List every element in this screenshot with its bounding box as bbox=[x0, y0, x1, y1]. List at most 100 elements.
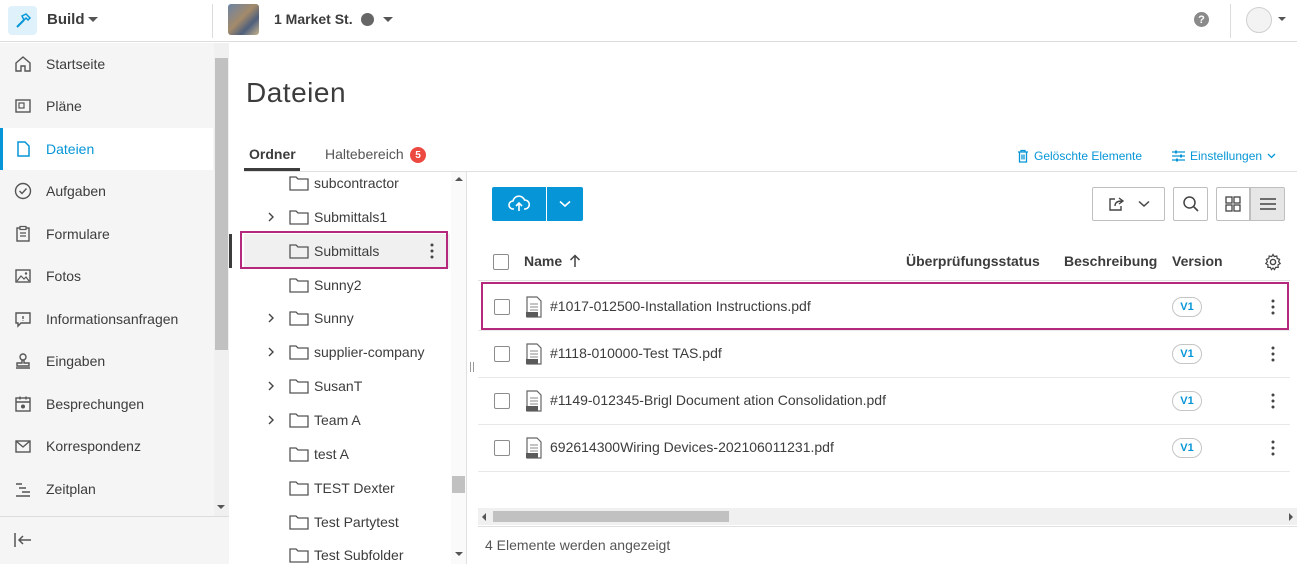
sidebar-item-startseite[interactable]: Startseite bbox=[0, 43, 213, 85]
sidebar-item-label: Eingaben bbox=[46, 353, 106, 369]
sidebar-item-formulare[interactable]: Formulare bbox=[0, 213, 213, 255]
scroll-down-arrow-icon[interactable] bbox=[455, 552, 463, 556]
folder-item[interactable]: Test Partytest bbox=[244, 505, 450, 539]
pdf-file-icon bbox=[526, 343, 542, 365]
sidebar-item-label: Formulare bbox=[46, 226, 110, 242]
version-badge[interactable]: V1 bbox=[1172, 344, 1202, 364]
status-divider bbox=[478, 526, 1297, 527]
project-name[interactable]: 1 Market St. bbox=[274, 11, 353, 27]
sidebar-item-informationsanfragen[interactable]: Informationsanfragen bbox=[0, 298, 213, 340]
collapse-sidebar-icon[interactable] bbox=[13, 531, 33, 552]
folder-item[interactable]: Sunny2 bbox=[244, 268, 450, 302]
sidebar-item-label: Fotos bbox=[46, 268, 82, 284]
column-header-description[interactable]: Beschreibung bbox=[1064, 253, 1157, 269]
row-checkbox[interactable] bbox=[494, 346, 510, 362]
column-header-version[interactable]: Version bbox=[1172, 253, 1223, 269]
row-checkbox[interactable] bbox=[494, 393, 510, 409]
folder-item[interactable]: supplier-company bbox=[244, 335, 450, 369]
scroll-down-arrow-icon[interactable] bbox=[217, 505, 225, 509]
tab-ordner[interactable]: Ordner bbox=[249, 146, 296, 162]
version-badge[interactable]: V1 bbox=[1172, 438, 1202, 458]
version-badge[interactable]: V1 bbox=[1172, 391, 1202, 411]
folder-name: Team A bbox=[314, 412, 361, 428]
file-name[interactable]: #1149-012345-Brigl Document ation Consol… bbox=[550, 392, 886, 408]
file-name[interactable]: #1118-010000-Test TAS.pdf bbox=[550, 345, 722, 361]
table-row[interactable]: #1149-012345-Brigl Document ation Consol… bbox=[478, 378, 1290, 425]
sidebar-item-zeitplan[interactable]: Zeitplan bbox=[0, 468, 213, 510]
chevron-down-icon bbox=[559, 200, 571, 208]
more-options-icon[interactable] bbox=[1271, 393, 1275, 409]
app-switcher-caret-icon[interactable] bbox=[88, 17, 98, 22]
sidebar-item-besprechungen[interactable]: Besprechungen bbox=[0, 383, 213, 425]
scroll-left-arrow-icon[interactable] bbox=[482, 513, 486, 521]
project-thumbnail[interactable] bbox=[228, 4, 259, 35]
row-checkbox[interactable] bbox=[494, 440, 510, 456]
chevron-right-icon[interactable] bbox=[266, 347, 276, 357]
deleted-elements-button[interactable]: Gelöschte Elemente bbox=[1017, 149, 1142, 163]
sidebar-scrollbar-thumb[interactable] bbox=[215, 58, 228, 350]
chevron-right-icon[interactable] bbox=[266, 381, 276, 391]
folder-icon bbox=[289, 278, 309, 293]
folder-name: TEST Dexter bbox=[314, 480, 395, 496]
upload-dropdown-button[interactable] bbox=[547, 187, 583, 221]
user-menu-caret-icon[interactable] bbox=[1278, 17, 1286, 21]
folder-item[interactable]: Sunny bbox=[244, 301, 450, 335]
calendar-icon bbox=[13, 394, 33, 414]
pdf-file-icon bbox=[526, 437, 542, 459]
sidebar-item-eingaben[interactable]: Eingaben bbox=[0, 340, 213, 382]
settings-button[interactable]: Einstellungen bbox=[1172, 149, 1276, 163]
folder-tree-scrollbar[interactable] bbox=[451, 172, 466, 564]
trash-icon bbox=[1018, 149, 1028, 163]
sidebar-item-aufgaben[interactable]: Aufgaben bbox=[0, 170, 213, 212]
more-options-icon[interactable] bbox=[1271, 346, 1275, 362]
folder-name: Submittals1 bbox=[314, 209, 388, 225]
folder-icon bbox=[289, 481, 309, 496]
more-options-icon[interactable] bbox=[1271, 440, 1275, 456]
export-button[interactable] bbox=[1092, 187, 1165, 221]
tab-haltebereich[interactable]: Haltebereich bbox=[325, 146, 404, 162]
sidebar-item-korrespondenz[interactable]: Korrespondenz bbox=[0, 425, 213, 467]
folder-item[interactable]: Test Subfolder bbox=[244, 538, 450, 564]
folder-icon bbox=[289, 379, 309, 394]
help-icon[interactable]: ? bbox=[1194, 12, 1209, 27]
gear-icon[interactable] bbox=[1264, 253, 1282, 271]
select-all-checkbox[interactable] bbox=[493, 254, 509, 270]
column-header-review-status[interactable]: Überprüfungsstatus bbox=[906, 253, 1040, 269]
scroll-up-arrow-icon[interactable] bbox=[455, 177, 463, 181]
photo-icon bbox=[13, 266, 33, 286]
file-name[interactable]: 692614300Wiring Devices-202106011231.pdf bbox=[550, 439, 834, 455]
folder-item[interactable]: TEST Dexter bbox=[244, 471, 450, 505]
column-header-name[interactable]: Name bbox=[524, 253, 562, 269]
chevron-right-icon[interactable] bbox=[266, 212, 276, 222]
search-button[interactable] bbox=[1173, 187, 1208, 221]
folder-item[interactable]: Submittals1 bbox=[244, 200, 450, 234]
folder-icon bbox=[289, 515, 309, 530]
sheets-icon bbox=[13, 96, 33, 116]
app-name[interactable]: Build bbox=[47, 11, 85, 28]
upload-button[interactable] bbox=[492, 187, 546, 221]
table-row[interactable]: 692614300Wiring Devices-202106011231.pdf… bbox=[478, 425, 1290, 472]
folder-tree-scrollbar-thumb[interactable] bbox=[452, 476, 465, 493]
scroll-right-arrow-icon[interactable] bbox=[1289, 513, 1293, 521]
folder-item[interactable]: SusanT bbox=[244, 369, 450, 403]
folder-item[interactable]: Team A bbox=[244, 403, 450, 437]
schedule-icon bbox=[13, 479, 33, 499]
project-switcher-caret-icon[interactable] bbox=[383, 17, 393, 22]
table-row[interactable]: #1118-010000-Test TAS.pdf V1 bbox=[478, 331, 1290, 378]
sidebar-item-label: Besprechungen bbox=[46, 396, 145, 412]
avatar[interactable] bbox=[1246, 7, 1272, 33]
settings-label: Einstellungen bbox=[1190, 149, 1263, 163]
splitter-grip-icon[interactable] bbox=[470, 362, 474, 372]
chevron-right-icon[interactable] bbox=[266, 313, 276, 323]
folder-item[interactable]: subcontractor bbox=[244, 172, 450, 200]
grid-view-button[interactable] bbox=[1216, 187, 1250, 221]
chevron-right-icon[interactable] bbox=[266, 415, 276, 425]
hammer-icon[interactable] bbox=[8, 6, 37, 35]
sort-ascending-icon[interactable] bbox=[569, 254, 581, 268]
folder-item[interactable]: test A bbox=[244, 437, 450, 471]
sidebar-item-dateien[interactable]: Dateien bbox=[0, 128, 213, 170]
table-horizontal-scrollbar-thumb[interactable] bbox=[493, 511, 729, 522]
sidebar-item-plaene[interactable]: Pläne bbox=[0, 85, 213, 127]
sidebar-item-fotos[interactable]: Fotos bbox=[0, 255, 213, 297]
list-view-button[interactable] bbox=[1250, 187, 1285, 221]
